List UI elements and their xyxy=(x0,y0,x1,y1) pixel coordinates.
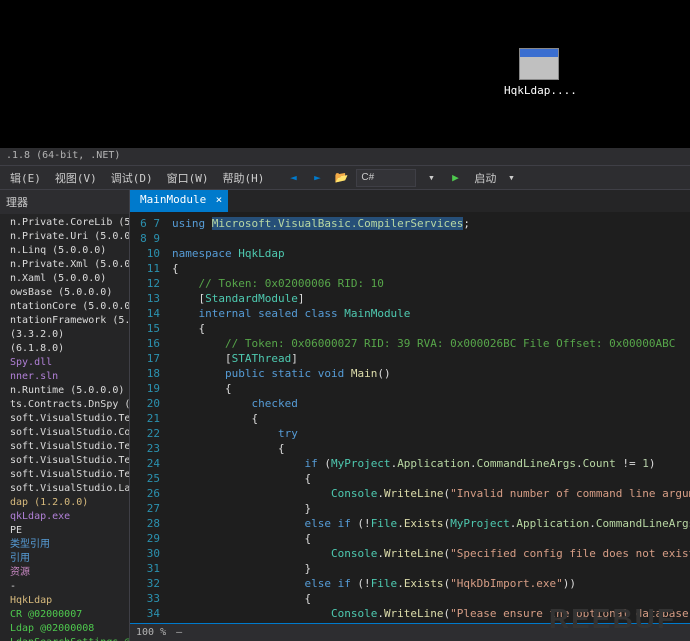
nav-back-icon[interactable]: ◄ xyxy=(284,169,302,187)
window-icon xyxy=(519,48,559,80)
close-icon[interactable]: × xyxy=(216,193,223,206)
run-label[interactable]: 启动 xyxy=(474,170,496,186)
tree-item[interactable]: soft.VisualStudio.Language xyxy=(0,482,129,496)
desktop-icon-label: HqkLdap.... xyxy=(504,84,574,97)
assembly-explorer: 理器 n.Private.CoreLib (5.0.0.0)n.Private.… xyxy=(0,190,130,641)
explorer-title: 理器 xyxy=(0,190,129,214)
menu-edit[interactable]: 辑(E) xyxy=(4,168,47,188)
editor: MainModule × 6 7 8 9 10 11 12 13 14 15 1… xyxy=(130,190,690,641)
line-gutter: 6 7 8 9 10 11 12 13 14 15 16 17 18 19 20… xyxy=(130,212,168,623)
menu-debug[interactable]: 调试(D) xyxy=(105,168,159,188)
tree-item[interactable]: soft.VisualStudio.Text.Data xyxy=(0,440,129,454)
tree-item[interactable]: soft.VisualStudio.Text.Logic xyxy=(0,412,129,426)
toolbar: ◄ ► 📂 ▾ ▶ 启动 ▾ xyxy=(284,169,520,187)
menu-bar: 辑(E) 视图(V) 调试(D) 窗口(W) 帮助(H) ◄ ► 📂 ▾ ▶ 启… xyxy=(0,166,690,190)
tree-item[interactable]: n.Linq (5.0.0.0) xyxy=(0,244,129,258)
desktop-shortcut[interactable]: HqkLdap.... xyxy=(504,48,574,97)
tree-item[interactable]: PE xyxy=(0,524,129,538)
code-content[interactable]: using Microsoft.VisualBasic.CompilerServ… xyxy=(168,212,690,623)
status-bar: 100 % – xyxy=(130,623,690,641)
tree-item[interactable]: 资源 xyxy=(0,566,129,580)
run-icon[interactable]: ▶ xyxy=(446,169,464,187)
status-dash: – xyxy=(176,627,182,638)
tree-item[interactable]: n.Xaml (5.0.0.0) xyxy=(0,272,129,286)
menu-window[interactable]: 窗口(W) xyxy=(161,168,215,188)
tab-label: MainModule xyxy=(140,193,206,206)
tree-item[interactable]: ts.Contracts.DnSpy (6.1.8.0) xyxy=(0,398,129,412)
tree-item[interactable]: CR @02000007 xyxy=(0,608,129,622)
tree-item[interactable]: ntationFramework (5.0.0.0) xyxy=(0,314,129,328)
tree-item[interactable]: soft.VisualStudio.Text.UI (15 xyxy=(0,454,129,468)
ide-window: .1.8 (64-bit, .NET) 辑(E) 视图(V) 调试(D) 窗口(… xyxy=(0,148,690,641)
assembly-tree[interactable]: n.Private.CoreLib (5.0.0.0)n.Private.Uri… xyxy=(0,214,129,641)
tab-mainmodule[interactable]: MainModule × xyxy=(130,190,228,212)
language-selector[interactable] xyxy=(356,169,416,187)
dropdown-icon[interactable]: ▾ xyxy=(422,169,440,187)
tree-item[interactable]: n.Runtime (5.0.0.0) xyxy=(0,384,129,398)
open-folder-icon[interactable]: 📂 xyxy=(332,169,350,187)
menu-view[interactable]: 视图(V) xyxy=(49,168,103,188)
tree-item[interactable]: HqkLdap xyxy=(0,594,129,608)
tree-item[interactable]: (6.1.8.0) xyxy=(0,342,129,356)
tree-item[interactable]: - xyxy=(0,580,129,594)
tree-item[interactable]: (3.3.2.0) xyxy=(0,328,129,342)
tree-item[interactable]: 引用 xyxy=(0,552,129,566)
tree-item[interactable]: LdapSearchSettings @0C xyxy=(0,636,129,641)
zoom-level[interactable]: 100 % xyxy=(136,627,166,638)
run-dropdown-icon[interactable]: ▾ xyxy=(502,169,520,187)
editor-tabs: MainModule × xyxy=(130,190,690,212)
tree-item[interactable]: soft.VisualStudio.Text.UI.Wp xyxy=(0,468,129,482)
tree-item[interactable]: n.Private.Xml (5.0.0.0) xyxy=(0,258,129,272)
nav-forward-icon[interactable]: ► xyxy=(308,169,326,187)
tree-item[interactable]: n.Private.CoreLib (5.0.0.0) xyxy=(0,216,129,230)
tree-item[interactable]: soft.VisualStudio.CoreUtility xyxy=(0,426,129,440)
tree-item[interactable]: Spy.dll xyxy=(0,356,129,370)
tree-item[interactable]: qkLdap.exe xyxy=(0,510,129,524)
tree-item[interactable]: n.Private.Uri (5.0.0.0) xyxy=(0,230,129,244)
tree-item[interactable]: Ldap @02000008 xyxy=(0,622,129,636)
tree-item[interactable]: dap (1.2.0.0) xyxy=(0,496,129,510)
tree-item[interactable]: 类型引用 xyxy=(0,538,129,552)
tree-item[interactable]: ntationCore (5.0.0.0) xyxy=(0,300,129,314)
code-area[interactable]: 6 7 8 9 10 11 12 13 14 15 16 17 18 19 20… xyxy=(130,212,690,623)
tree-item[interactable]: owsBase (5.0.0.0) xyxy=(0,286,129,300)
menu-help[interactable]: 帮助(H) xyxy=(217,168,271,188)
title-bar: .1.8 (64-bit, .NET) xyxy=(0,148,690,166)
tree-item[interactable]: nner.sln xyxy=(0,370,129,384)
